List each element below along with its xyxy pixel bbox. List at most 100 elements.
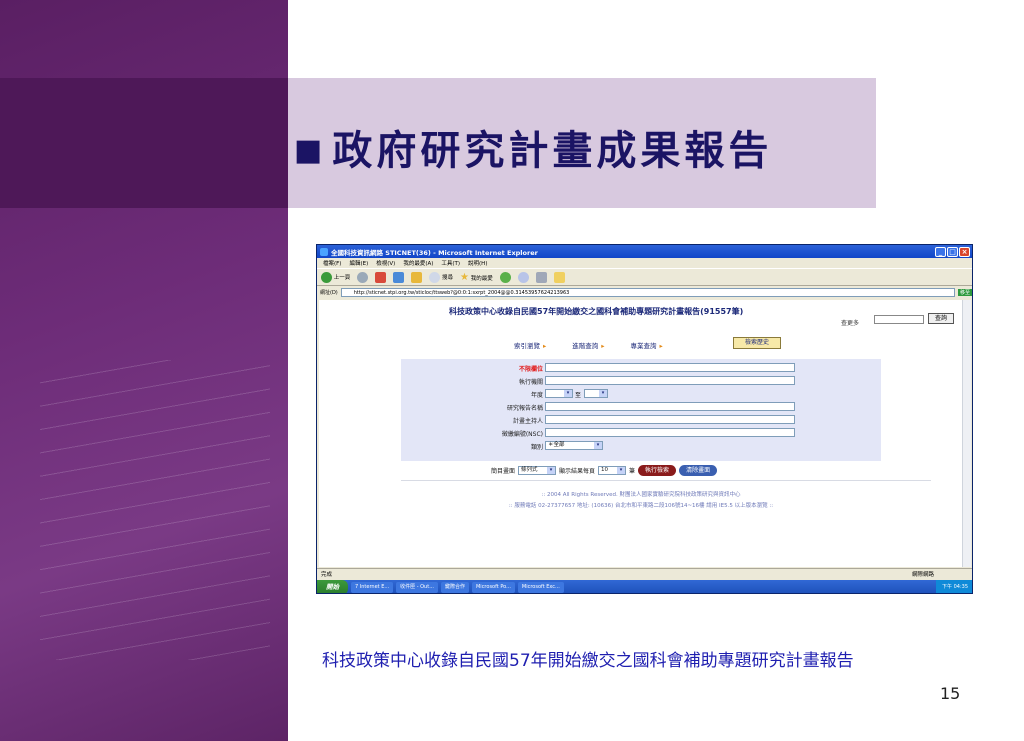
field-label: 徵繳編號(NSC) [501,431,543,438]
star-icon: ★ [460,271,469,283]
field-label: 年度 [530,392,543,399]
title-band-dark [0,78,288,208]
search-more-label: 查更多 [841,320,860,327]
refresh-icon[interactable] [393,271,405,283]
title-text: 政府研究計畫成果報告 [332,127,773,174]
nsc-number-input[interactable] [545,428,795,437]
minimize-button[interactable]: _ [935,246,946,257]
result-options: 簡目畫面 條列式 ▾ 顯示結果每頁 10 ▾ 筆 執行檢索 清除畫面 [491,465,718,476]
window-titlebar: 全國科技資訊網路 STICNET(36) - Microsoft Interne… [317,245,972,258]
per-page-select[interactable]: 10 ▾ [598,466,627,475]
tab-index-browse[interactable]: 索引瀏覽 ▸ [514,340,546,350]
search-label: 搜尋 [442,274,454,281]
agency-input[interactable] [545,376,795,385]
vertical-scrollbar[interactable] [962,300,971,567]
chevron-down-icon: ▾ [617,467,626,474]
execute-search-button[interactable]: 執行檢索 [638,465,677,476]
status-text: 完成 [321,571,333,578]
form-row-any-field: 不限欄位 [401,363,881,374]
search-history-button[interactable]: 檢索歷史 [733,337,781,349]
pi-input[interactable] [545,415,795,424]
favorites-label: 我的最愛 [470,275,493,282]
menu-bar: 檔案(F) 編輯(E) 檢視(V) 我的最愛(A) 工具(T) 說明(H) [317,258,972,268]
arrow-icon: ▸ [659,342,663,350]
taskbar-item[interactable]: Microsoft Exc... [517,582,564,593]
menu-edit[interactable]: 編輯(E) [349,259,368,267]
taskbar-item[interactable]: 鍵際合作 [440,582,469,593]
search-form: 不限欄位 執行機關 年度 ▾ 至 ▾ 研究報告名稱 計畫主持人 徵繳編號(NSC… [401,359,881,461]
list-format-value: 條列式 [521,467,538,473]
browser-window: 全國科技資訊網路 STICNET(36) - Microsoft Interne… [316,244,973,594]
start-button[interactable]: 開始 [317,580,348,593]
per-page-label: 顯示結果每頁 [559,468,596,475]
tab-advanced-search[interactable]: 進階查詢 ▸ [572,340,604,350]
back-label: 上一頁 [333,274,351,281]
forward-arrow-icon[interactable] [357,271,369,283]
copyright-text: :: 2004 All Rights Reserved. 財團法人國家實驗研究院… [541,492,741,498]
history-icon[interactable] [499,271,511,283]
year-from-select[interactable]: ▾ [545,389,573,398]
list-format-label: 簡目畫面 [491,468,516,475]
field-label: 研究報告名稱 [506,405,543,412]
arrow-icon: ▸ [601,342,605,350]
taskbar-item[interactable]: 7 Internet E... [351,582,394,593]
address-input[interactable]: http://sticnet.stpi.org.tw/sticloc/ttswe… [340,287,955,297]
report-name-input[interactable] [545,402,795,411]
system-clock: 下午 04:35 [936,580,972,593]
address-bar: 網址(D) http://sticnet.stpi.org.tw/sticloc… [317,286,972,298]
windows-taskbar: 開始 7 Internet E... 收件匣 - Out... 鍵際合作 Mic… [317,580,972,593]
ie-icon [320,247,328,256]
search-mode-tabs: 索引瀏覽 ▸ 進階查詢 ▸ 專業查詢 ▸ [514,340,663,350]
back-arrow-icon [321,271,332,283]
taskbar-item[interactable]: 收件匣 - Out... [396,582,438,593]
home-icon[interactable] [411,271,423,283]
category-select[interactable]: ＊全部 ▾ [545,441,603,450]
page-number: 15 [940,684,961,703]
clear-screen-button[interactable]: 清除畫面 [679,465,718,476]
menu-tools[interactable]: 工具(T) [441,259,460,267]
year-separator: 至 [575,392,582,399]
stop-icon[interactable] [375,271,387,283]
search-button[interactable]: 搜尋 [429,271,454,283]
field-label: 執行機關 [518,379,543,386]
mail-icon[interactable] [517,271,529,283]
form-row-nsc: 徵繳編號(NSC) [401,428,881,439]
arrow-icon: ▸ [543,342,547,350]
page-heading: 科技政策中心收錄自民國57年開始繳交之國科會補助專題研究計畫報告(91557筆) [449,307,744,316]
window-title: 全國科技資訊網路 STICNET(36) - Microsoft Interne… [331,248,538,257]
go-button[interactable]: 移至 [957,288,972,296]
folder-icon[interactable] [553,271,565,283]
list-format-select[interactable]: 條列式 ▾ [518,466,557,475]
close-button[interactable]: × [959,246,970,257]
back-button[interactable]: 上一頁 [321,271,351,283]
status-bar: 完成 網際網路 [317,568,972,578]
menu-file[interactable]: 檔案(F) [323,259,341,267]
chevron-down-icon: ▾ [599,390,607,397]
print-icon[interactable] [535,271,547,283]
per-page-unit: 筆 [629,468,636,475]
menu-help[interactable]: 說明(H) [468,259,487,267]
background-sketch [40,360,270,660]
chevron-down-icon: ▾ [547,467,556,474]
tab-label: 進階查詢 [572,342,599,350]
menu-favorites[interactable]: 我的最愛(A) [403,259,433,267]
slide-caption: 科技政策中心收錄自民國57年開始繳交之國科會補助專題研究計畫報告 [322,651,854,671]
form-row-agency: 執行機關 [401,376,881,387]
magnifier-icon [429,271,441,283]
quick-search-input[interactable] [874,315,924,324]
address-label: 網址(D) [320,289,338,296]
year-to-select[interactable]: ▾ [584,389,608,398]
maximize-button[interactable]: □ [947,246,958,257]
quick-search-button[interactable]: 查詢 [928,313,954,324]
taskbar-item[interactable]: Microsoft Po... [471,582,515,593]
field-label: 不限欄位 [518,366,543,373]
menu-view[interactable]: 檢視(V) [376,259,395,267]
form-row-pi: 計畫主持人 [401,415,881,426]
favorites-button[interactable]: ★ 我的最愛 [460,272,493,283]
tab-expert-search[interactable]: 專業查詢 ▸ [631,340,663,350]
chevron-down-icon: ▾ [564,390,572,397]
browser-toolbar: 上一頁 搜尋 ★ 我的最愛 [317,268,972,286]
slide-title: ■ 政府研究計畫成果報告 [294,118,772,176]
any-field-input[interactable] [545,363,795,372]
form-row-report-name: 研究報告名稱 [401,402,881,413]
